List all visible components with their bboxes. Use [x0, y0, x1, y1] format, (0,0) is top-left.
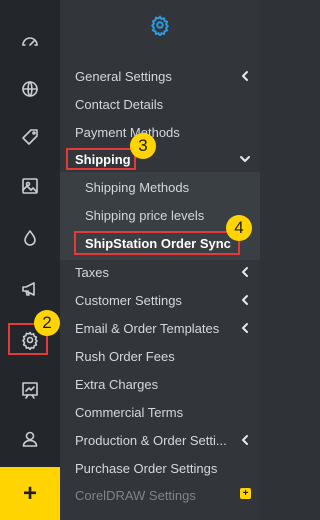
annotation-badge-4: 4: [226, 215, 252, 241]
menu-item-label: Purchase Order Settings: [75, 460, 218, 476]
menu-item-purchase-order-settings[interactable]: Purchase Order Settings: [60, 454, 260, 482]
tag-icon: [22, 129, 38, 145]
menu-item-shipping[interactable]: Shipping: [60, 145, 260, 173]
icon-rail: +: [0, 0, 60, 520]
plus-badge-icon: +: [240, 488, 251, 499]
menu-item-label: Contact Details: [75, 96, 164, 112]
rail-item-marketing[interactable]: [0, 265, 60, 313]
menu-item-label: Shipping price levels: [85, 207, 205, 223]
rail-item-user[interactable]: [0, 415, 60, 463]
menu-item-extra-charges[interactable]: Extra Charges: [60, 370, 260, 398]
dashboard-gauge-icon: [22, 37, 38, 46]
menu-item-email-order-templates[interactable]: Email & Order Templates: [60, 314, 260, 342]
menu-item-label: CorelDRAW Settings: [75, 487, 196, 503]
rail-item-globe[interactable]: [0, 65, 60, 113]
menu-item-coreldraw-settings[interactable]: CorelDRAW Settings: [60, 481, 260, 509]
chevron-down-icon: [238, 152, 252, 166]
menu-item-general-settings[interactable]: General Settings: [60, 62, 260, 90]
menu-item-customer-settings[interactable]: Customer Settings: [60, 286, 260, 314]
rail-item-tag[interactable]: [0, 113, 60, 161]
chevron-left-icon: [238, 69, 252, 83]
annotation-badge-3: 3: [130, 133, 156, 159]
chevron-left-icon: [238, 433, 252, 447]
menu-item-label: ShipStation Order Sync: [85, 235, 231, 251]
menu-item-contact-details[interactable]: Contact Details: [60, 90, 260, 118]
image-icon: [22, 178, 38, 194]
annotation-badge-2: 2: [34, 310, 60, 336]
drop-icon: [24, 230, 36, 246]
panel-header: [60, 0, 260, 50]
add-button-label: +: [22, 479, 37, 507]
menu-item-label: Taxes: [75, 264, 109, 280]
menu-item-label: Shipping: [75, 151, 131, 167]
rail-item-drop[interactable]: [0, 214, 60, 262]
rail-item-reports[interactable]: [0, 366, 60, 414]
menu-item-label: Extra Charges: [75, 376, 159, 392]
megaphone-icon: [22, 282, 35, 296]
rail-item-image[interactable]: [0, 162, 60, 210]
add-button[interactable]: +: [0, 467, 60, 520]
menu-item-commercial-terms[interactable]: Commercial Terms: [60, 398, 260, 426]
chevron-left-icon: [238, 265, 252, 279]
menu-item-label: Commercial Terms: [75, 404, 184, 420]
menu-item-label: Rush Order Fees: [75, 348, 175, 364]
menu-item-label: Production & Order Setti...: [75, 432, 227, 448]
chevron-left-icon: [238, 321, 252, 335]
menu-item-shipping-methods[interactable]: Shipping Methods: [60, 173, 260, 201]
user-icon: [22, 431, 38, 447]
globe-icon: [22, 81, 38, 97]
menu-item-label: Payment Methods: [75, 124, 180, 140]
menu-item-label: Email & Order Templates: [75, 320, 220, 336]
gear-icon: [151, 15, 170, 36]
menu-item-rush-order-fees[interactable]: Rush Order Fees: [60, 342, 260, 370]
gear-icon: [22, 331, 38, 350]
chart-board-icon: [22, 382, 38, 399]
menu-item-production-order-settings[interactable]: Production & Order Setti...: [60, 426, 260, 454]
rail-item-dashboard[interactable]: [0, 17, 60, 65]
menu-item-payment-methods[interactable]: Payment Methods: [60, 118, 260, 146]
menu-item-label: Shipping Methods: [85, 179, 190, 195]
chevron-left-icon: [238, 293, 252, 307]
menu-item-taxes[interactable]: Taxes: [60, 258, 260, 286]
menu-item-label: Customer Settings: [75, 292, 182, 308]
menu-item-label: General Settings: [75, 68, 172, 84]
